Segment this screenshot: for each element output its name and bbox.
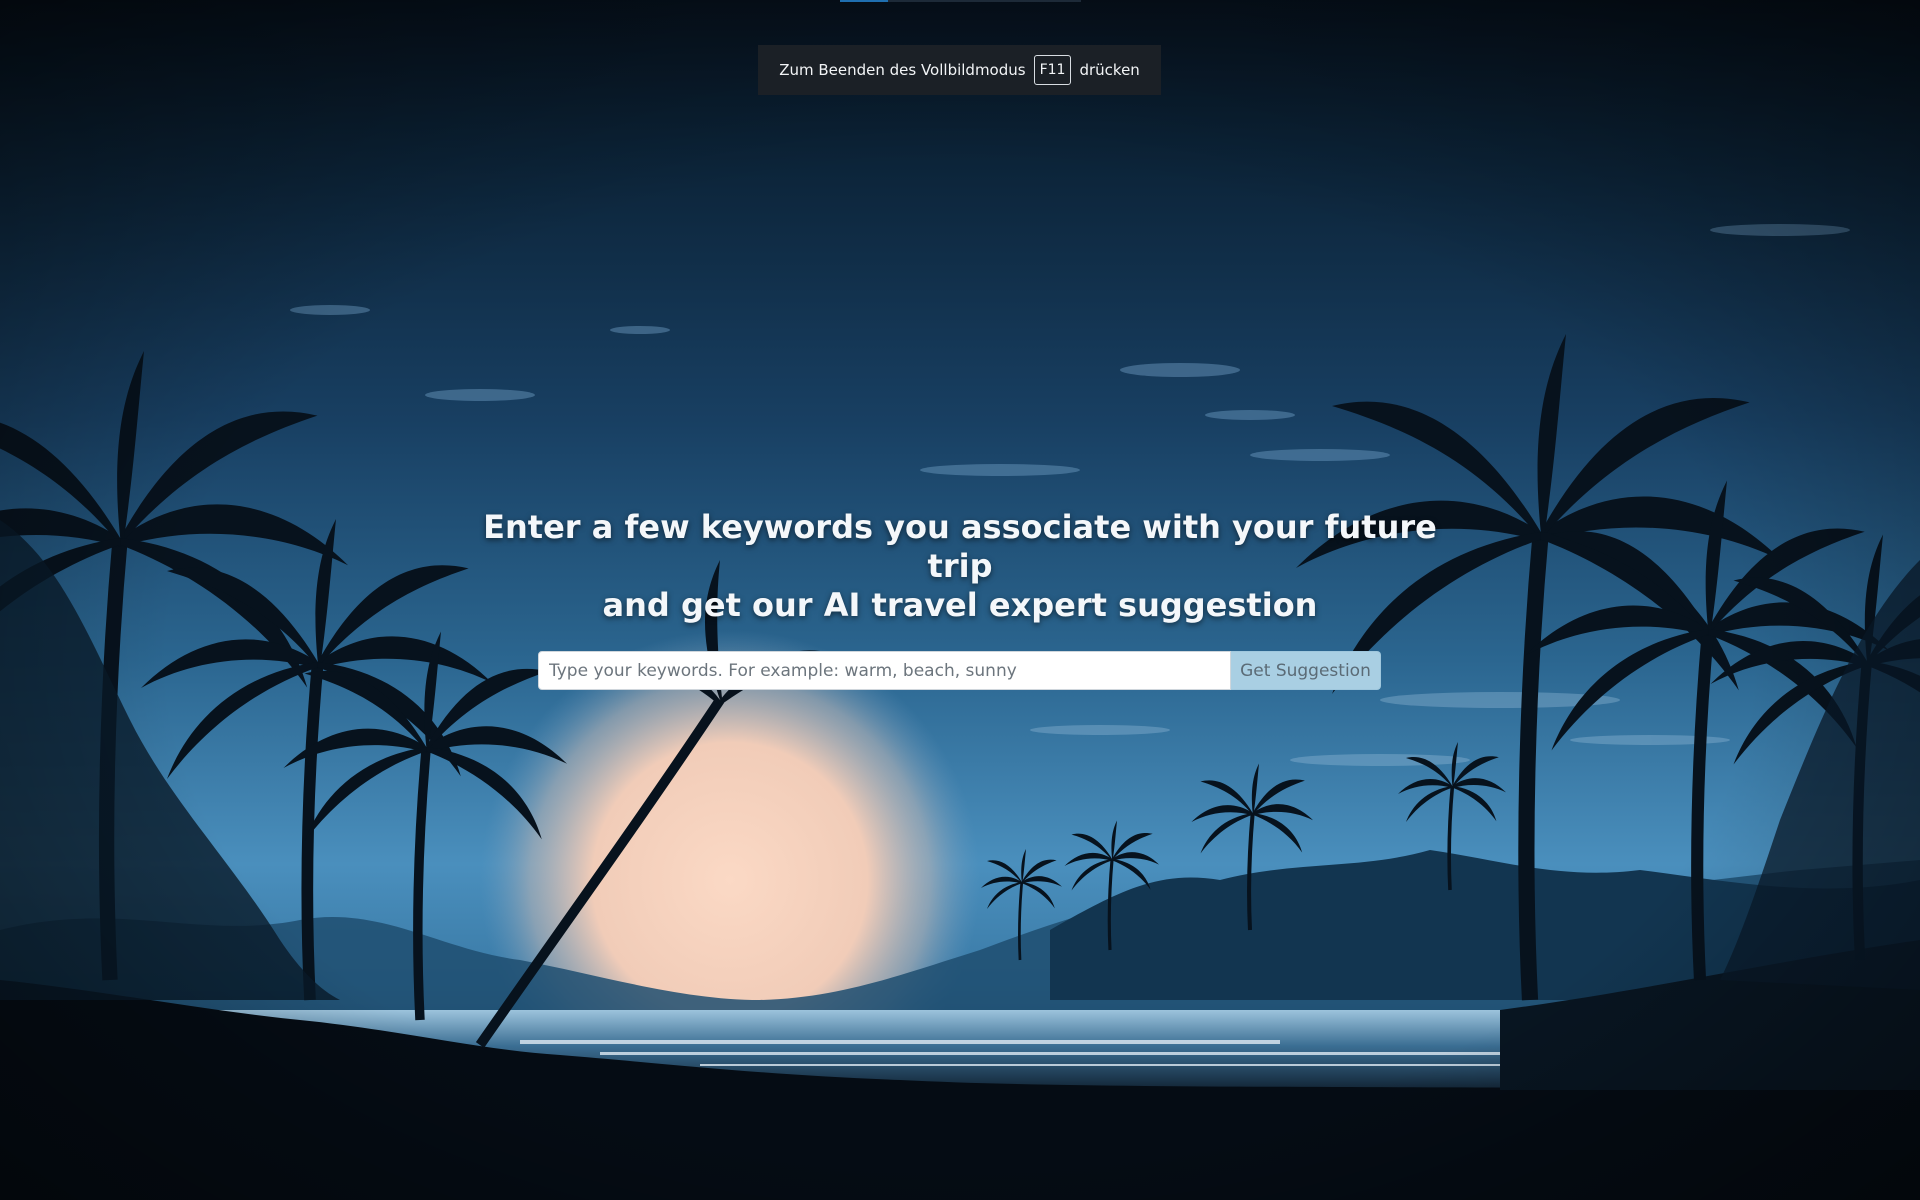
f11-key-badge: F11 [1033, 55, 1072, 85]
keyword-search-form: Get Suggestion [538, 651, 1381, 690]
hero-headline-line-1: Enter a few keywords you associate with … [483, 508, 1437, 585]
fullscreen-notice-suffix: drücken [1079, 61, 1140, 79]
fullscreen-exit-notice: Zum Beenden des Vollbildmodus F11 drücke… [758, 45, 1161, 95]
hero-headline: Enter a few keywords you associate with … [460, 508, 1460, 625]
fullscreen-notice-prefix: Zum Beenden des Vollbildmodus [779, 61, 1026, 79]
top-progress-bar [840, 0, 1081, 2]
keyword-input[interactable] [538, 651, 1231, 690]
get-suggestion-button[interactable]: Get Suggestion [1231, 651, 1381, 690]
top-progress-fill [840, 0, 889, 2]
hero-headline-line-2: and get our AI travel expert suggestion [602, 586, 1318, 624]
